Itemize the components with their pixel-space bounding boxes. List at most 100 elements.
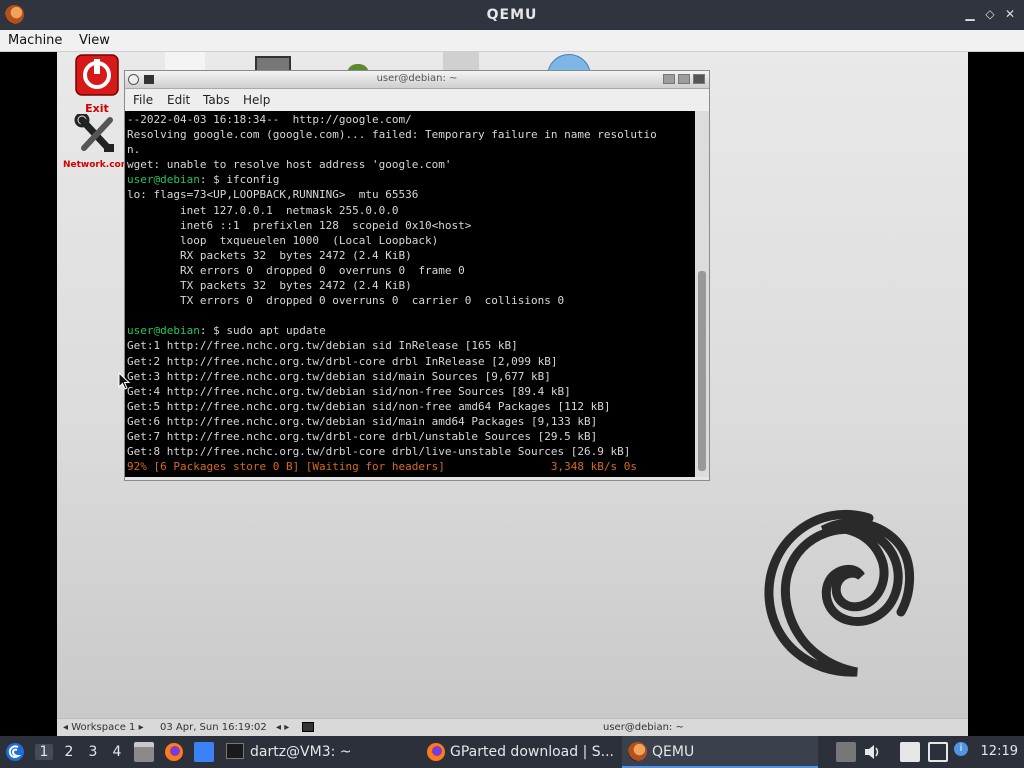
volume-icon[interactable] [862,742,882,762]
task-label: QEMU [652,744,695,760]
terminal-text: inet6 ::1 prefixlen 128 scopeid 0x10<hos… [127,218,472,232]
start-menu-icon[interactable] [5,742,25,762]
terminal-menu-help[interactable]: Help [243,93,270,107]
terminal-screen[interactable]: --2022-04-03 16:18:34-- http://google.co… [125,111,695,477]
terminal-text: Get:1 http://free.nchc.org.tw/debian sid… [127,339,518,353]
terminal-text: Get:4 http://free.nchc.org.tw/debian sid… [127,384,571,398]
desktop-icon-exit[interactable]: Exit [72,54,122,115]
terminal-prompt: user@debian [127,324,200,338]
terminal-text: Get:5 http://free.nchc.org.tw/debian sid… [127,399,611,413]
task-label: GParted download | S... [450,744,614,760]
workspace-1[interactable]: 1 [35,744,53,760]
workspace-3[interactable]: 3 [84,744,102,760]
terminal-maximize-button[interactable] [678,74,690,84]
firefox-icon [427,743,445,761]
menu-machine[interactable]: Machine [8,33,62,48]
terminal-scrollbar-thumb[interactable] [698,271,706,471]
desktop-icon-hidden[interactable] [443,52,479,72]
tray-updates-icon[interactable] [836,742,856,762]
terminal-line: 92% [6 Packages store 0 B] [Waiting for … [127,459,693,474]
qemu-titlebar: QEMU ▁ ◇ ✕ [0,0,1024,30]
terminal-line: n. [127,142,693,157]
terminal-text: --2022-04-03 16:18:34-- http://google.co… [127,113,412,126]
terminal-text: Resolving google.com (google.com)... fai… [127,128,657,142]
guest-display[interactable]: Exit Network.conf user@debian: ~ File Ed… [57,52,968,718]
terminal-scrollbar[interactable] [695,111,709,477]
terminal-line: Get:4 http://free.nchc.org.tw/debian sid… [127,384,693,399]
terminal-menu-edit[interactable]: Edit [167,93,190,107]
firefox-icon[interactable] [164,742,184,762]
power-icon [75,54,119,96]
window-icon[interactable] [194,742,214,762]
debian-swirl-logo [764,509,915,677]
terminal-icon [226,743,244,759]
terminal-line: --2022-04-03 16:18:34-- http://google.co… [127,112,693,127]
terminal-text: Get:3 http://free.nchc.org.tw/debian sid… [127,369,551,383]
terminal-text: TX packets 32 bytes 2472 (2.4 KiB) [127,279,412,293]
terminal-line: user@debian: $ sudo apt update [127,323,693,338]
terminal-window[interactable]: user@debian: ~ File Edit Tabs Help --202… [124,70,710,481]
terminal-text: Get:7 http://free.nchc.org.tw/drbl-core … [127,429,598,443]
terminal-line: RX errors 0 dropped 0 overruns 0 frame 0 [127,263,693,278]
terminal-text: RX packets 32 bytes 2472 (2.4 KiB) [127,248,412,262]
terminal-text: loop txqueuelen 1000 (Local Loopback) [127,233,439,247]
guest-panel: ◂ Workspace 1 ▸ 03 Apr, Sun 16:19:02 ◂ ▸… [57,718,968,736]
guest-datetime: 03 Apr, Sun 16:19:02 [160,722,267,733]
terminal-line: Resolving google.com (google.com)... fai… [127,127,693,142]
workspace-2[interactable]: 2 [60,744,78,760]
network-icon[interactable] [928,742,948,762]
host-taskbar: 1 2 3 4 dartz@VM3: ~ GParted download | … [0,736,1024,768]
qemu-menubar: Machine View [0,30,1024,52]
menu-view[interactable]: View [79,33,110,48]
task-label: dartz@VM3: ~ [250,744,352,760]
task-gparted[interactable]: GParted download | S... [420,736,616,768]
guest-nav-arrows[interactable]: ◂ ▸ [276,722,289,733]
terminal-menu-file[interactable]: File [133,93,153,107]
terminal-line: Get:5 http://free.nchc.org.tw/debian sid… [127,399,693,414]
info-icon[interactable]: i [954,742,968,756]
workspace-4[interactable]: 4 [108,744,126,760]
terminal-progress-status: 92% [6 Packages store 0 B] [Waiting for … [127,460,637,474]
terminal-prompt: user@debian [127,173,200,187]
task-qemu[interactable]: QEMU [622,736,818,768]
terminal-text: inet 127.0.0.1 netmask 255.0.0.0 [127,203,399,217]
terminal-text: TX errors 0 dropped 0 overruns 0 carrier… [127,294,565,308]
restore-button[interactable]: ◇ [982,6,998,22]
file-manager-icon[interactable] [134,742,154,762]
terminal-line: RX packets 32 bytes 2472 (2.4 KiB) [127,248,693,263]
terminal-line: user@debian: $ ifconfig [127,172,693,187]
window-title: QEMU [486,7,538,23]
mouse-cursor-icon [118,372,130,390]
terminal-line: Get:2 http://free.nchc.org.tw/drbl-core … [127,354,693,369]
terminal-text: Get:2 http://free.nchc.org.tw/drbl-core … [127,354,558,368]
task-terminal[interactable]: dartz@VM3: ~ [220,736,410,768]
terminal-line: loop txqueuelen 1000 (Local Loopback) [127,233,693,248]
desktop-icon-hidden[interactable] [165,52,205,72]
terminal-title: user@debian: ~ [376,73,458,84]
terminal-line: TX packets 32 bytes 2472 (2.4 KiB) [127,278,693,293]
terminal-text: : $ sudo apt update [199,324,326,338]
clock[interactable]: 12:19 [981,744,1018,759]
terminal-line: lo: flags=73<UP,LOOPBACK,RUNNING> mtu 65… [127,187,693,202]
guest-workspace-switcher[interactable]: ◂ Workspace 1 ▸ [63,722,144,733]
guest-task-terminal[interactable]: user@debian: ~ [603,722,684,733]
tools-icon [74,112,114,152]
terminal-line: Get:3 http://free.nchc.org.tw/debian sid… [127,369,693,384]
terminal-line: Get:1 http://free.nchc.org.tw/debian sid… [127,338,693,353]
terminal-text: Get:6 http://free.nchc.org.tw/debian sid… [127,414,598,428]
terminal-minimize-button[interactable] [663,74,675,84]
minimize-button[interactable]: ▁ [962,6,978,22]
guest-terminal-icon[interactable] [302,722,314,732]
terminal-titlebar[interactable]: user@debian: ~ [125,71,709,89]
terminal-menu-tabs[interactable]: Tabs [203,93,230,107]
close-button[interactable]: ✕ [1002,6,1018,22]
qemu-icon [628,742,647,761]
terminal-text: : $ ifconfig [199,173,280,187]
terminal-line: wget: unable to resolve host address 'go… [127,157,693,172]
clipboard-icon[interactable] [900,742,920,762]
terminal-line: Get:8 http://free.nchc.org.tw/drbl-core … [127,444,693,459]
terminal-text: Get:8 http://free.nchc.org.tw/drbl-core … [127,445,631,459]
terminal-close-button[interactable] [693,74,705,84]
terminal-line: Get:6 http://free.nchc.org.tw/debian sid… [127,414,693,429]
terminal-text: wget: unable to resolve host address 'go… [127,158,452,172]
